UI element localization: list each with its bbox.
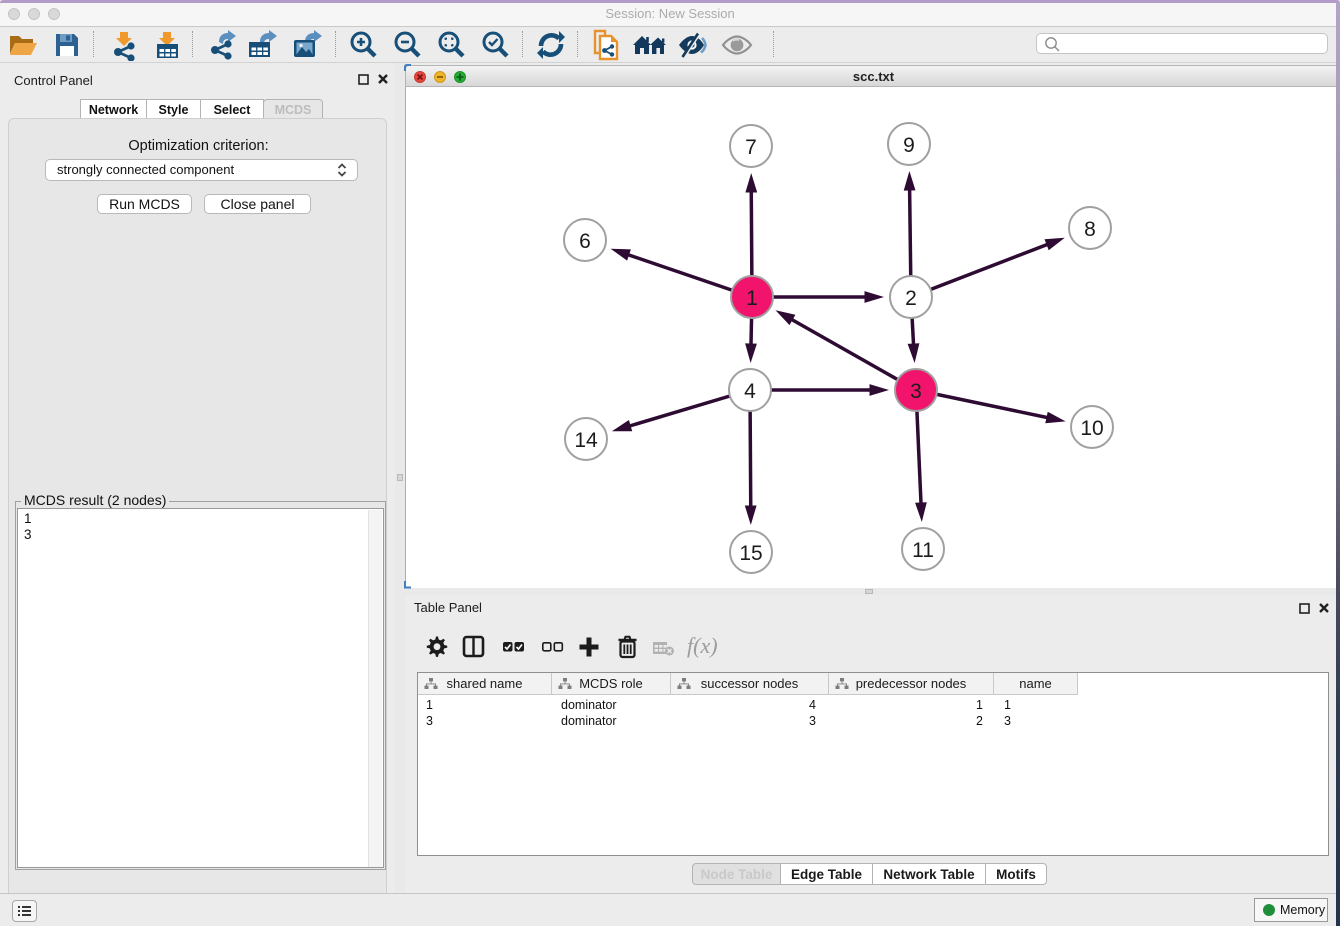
svg-text:2: 2	[905, 287, 917, 310]
svg-text:14: 14	[574, 429, 598, 452]
svg-text:6: 6	[579, 230, 591, 253]
svg-text:9: 9	[903, 134, 915, 157]
svg-text:1: 1	[746, 287, 758, 310]
svg-text:3: 3	[910, 380, 922, 403]
svg-text:4: 4	[744, 380, 756, 403]
svg-text:8: 8	[1084, 218, 1096, 241]
svg-text:11: 11	[912, 539, 934, 562]
svg-text:10: 10	[1080, 417, 1103, 440]
svg-text:7: 7	[745, 136, 757, 159]
svg-text:15: 15	[739, 542, 762, 565]
